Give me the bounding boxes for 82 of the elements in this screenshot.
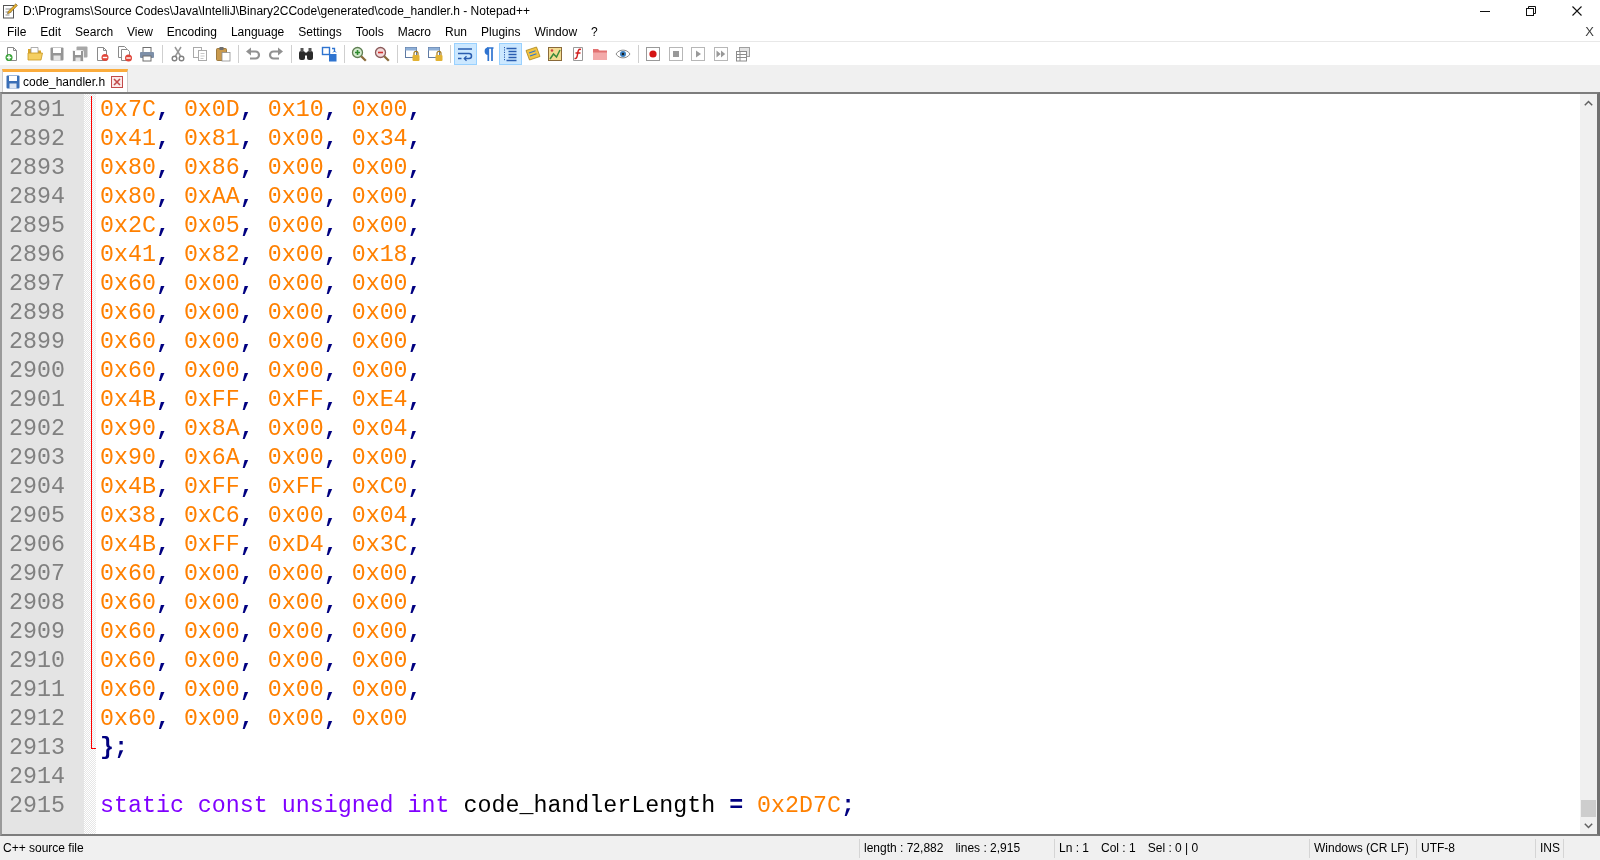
line-number: 2914 bbox=[9, 763, 65, 792]
status-text: UTF-8 bbox=[1421, 841, 1455, 855]
close-icon[interactable] bbox=[1572, 6, 1582, 16]
menu-item[interactable]: Language bbox=[223, 22, 292, 41]
status-text: Col : 1 bbox=[1101, 841, 1136, 855]
line-number: 2901 bbox=[9, 386, 65, 415]
code-line: static const unsigned int code_handlerLength = 0x2D7C; bbox=[100, 792, 855, 821]
status-text: Sel : 0 | 0 bbox=[1147, 841, 1199, 855]
menu-item[interactable]: Encoding bbox=[159, 22, 224, 41]
code-line: 0x60, 0x00, 0x00, 0x00, bbox=[100, 299, 422, 328]
menu-item[interactable]: Edit bbox=[33, 22, 69, 41]
line-number: 2902 bbox=[9, 415, 65, 444]
line-number: 2893 bbox=[9, 154, 65, 183]
menu-item[interactable]: Tools bbox=[348, 22, 391, 41]
file-tab[interactable]: code_handler.h bbox=[2, 69, 129, 92]
code-line: 0x41, 0x81, 0x00, 0x34, bbox=[100, 125, 422, 154]
line-number: 2910 bbox=[9, 647, 65, 676]
line-number: 2892 bbox=[9, 125, 65, 154]
code-line: 0x80, 0xAA, 0x00, 0x00, bbox=[100, 183, 422, 212]
line-number: 2913 bbox=[9, 734, 65, 763]
line-number: 2891 bbox=[9, 96, 65, 125]
menu-item[interactable]: Run bbox=[438, 22, 475, 41]
code-line: 0x60, 0x00, 0x00, 0x00, bbox=[100, 328, 422, 357]
code-line: 0x60, 0x00, 0x00, 0x00, bbox=[100, 560, 422, 589]
menu-item[interactable]: File bbox=[0, 22, 34, 41]
menu-item[interactable]: Plugins bbox=[474, 22, 528, 41]
scrollbar-thumb[interactable] bbox=[1581, 800, 1596, 817]
line-number: 2915 bbox=[9, 792, 65, 821]
code-line: 0x4B, 0xFF, 0xFF, 0xE4, bbox=[100, 386, 422, 415]
line-number: 2900 bbox=[9, 357, 65, 386]
line-number: 2911 bbox=[9, 676, 65, 705]
menu-item[interactable]: View bbox=[120, 22, 160, 41]
line-number: 2909 bbox=[9, 618, 65, 647]
line-number: 2896 bbox=[9, 241, 65, 270]
code-line: 0x90, 0x6A, 0x00, 0x00, bbox=[100, 444, 422, 473]
line-number: 2905 bbox=[9, 502, 65, 531]
code-line: 0x4B, 0xFF, 0xFF, 0xC0, bbox=[100, 473, 422, 502]
code-line: 0x7C, 0x0D, 0x10, 0x00, bbox=[100, 96, 422, 125]
line-number: 2898 bbox=[9, 299, 65, 328]
line-number: 2899 bbox=[9, 328, 65, 357]
line-number: 2907 bbox=[9, 560, 65, 589]
code-editor[interactable] bbox=[0, 92, 1600, 836]
status-text: INS bbox=[1540, 841, 1560, 855]
menu-item[interactable]: Search bbox=[68, 22, 121, 41]
menu-item[interactable]: ? bbox=[584, 22, 605, 41]
line-number: 2904 bbox=[9, 473, 65, 502]
code-line: }; bbox=[100, 734, 128, 763]
restore-icon[interactable] bbox=[1526, 6, 1536, 16]
line-number: 2897 bbox=[9, 270, 65, 299]
code-line: 0x60, 0x00, 0x00, 0x00, bbox=[100, 270, 422, 299]
code-line: 0x38, 0xC6, 0x00, 0x04, bbox=[100, 502, 422, 531]
code-line: 0x60, 0x00, 0x00, 0x00 bbox=[100, 705, 408, 734]
status-text: lines : 2,915 bbox=[955, 841, 1021, 855]
code-line: 0x80, 0x86, 0x00, 0x00, bbox=[100, 154, 422, 183]
status-text: C++ source file bbox=[3, 841, 84, 855]
status-text: Ln : 1 bbox=[1059, 841, 1090, 855]
chevron-down-icon[interactable] bbox=[1584, 823, 1593, 829]
vertical-scrollbar[interactable] bbox=[1580, 94, 1597, 834]
line-number: 2894 bbox=[9, 183, 65, 212]
code-line: 0x60, 0x00, 0x00, 0x00, bbox=[100, 618, 422, 647]
code-line: 0x60, 0x00, 0x00, 0x00, bbox=[100, 676, 422, 705]
line-number: 2895 bbox=[9, 212, 65, 241]
code-line: 0x2C, 0x05, 0x00, 0x00, bbox=[100, 212, 422, 241]
code-line: 0x60, 0x00, 0x00, 0x00, bbox=[100, 357, 422, 386]
code-line: 0x60, 0x00, 0x00, 0x00, bbox=[100, 647, 422, 676]
line-number: 2903 bbox=[9, 444, 65, 473]
menu-item[interactable]: Settings bbox=[291, 22, 349, 41]
notepad-icon bbox=[2, 3, 18, 19]
line-number: 2908 bbox=[9, 589, 65, 618]
code-line: 0x90, 0x8A, 0x00, 0x04, bbox=[100, 415, 422, 444]
code-line: 0x60, 0x00, 0x00, 0x00, bbox=[100, 589, 422, 618]
window-title: D:\Programs\Source Codes\Java\IntelliJ\Binary2CCode\generated\code_handler.h - Notepad++ bbox=[23, 4, 531, 18]
chevron-up-icon[interactable] bbox=[1584, 100, 1593, 106]
close-document-button[interactable]: X bbox=[1579, 22, 1600, 41]
menu-item[interactable]: Macro bbox=[390, 22, 438, 41]
menu-item[interactable]: Window bbox=[527, 22, 585, 41]
code-line: 0x41, 0x82, 0x00, 0x18, bbox=[100, 241, 422, 270]
line-number: 2906 bbox=[9, 531, 65, 560]
code-line: 0x4B, 0xFF, 0xD4, 0x3C, bbox=[100, 531, 422, 560]
line-number: 2912 bbox=[9, 705, 65, 734]
status-text: Windows (CR LF) bbox=[1314, 841, 1409, 855]
status-text: length : 72,882 bbox=[864, 841, 944, 855]
